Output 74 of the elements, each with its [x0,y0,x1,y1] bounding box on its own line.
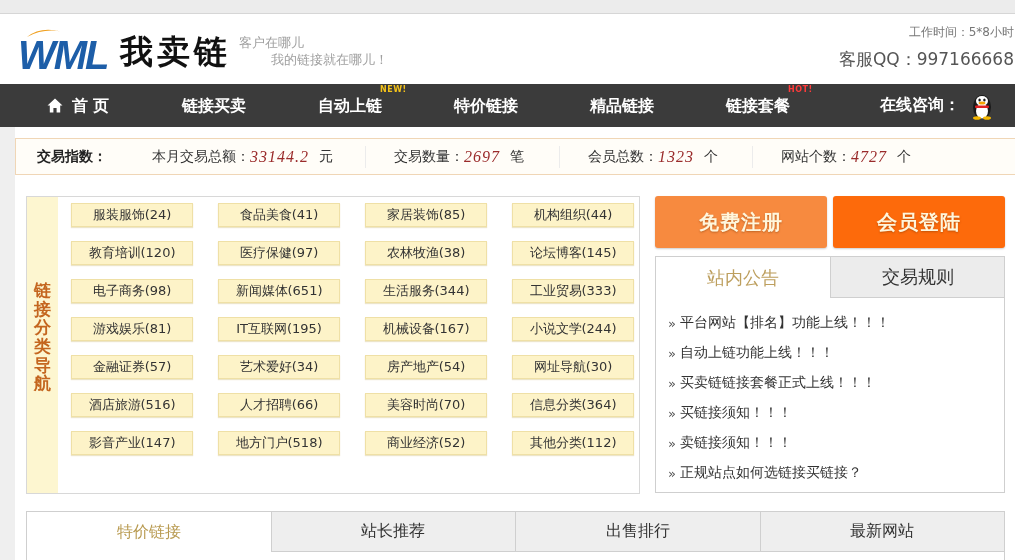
stats-title: 交易指数： [37,147,107,164]
category-link[interactable]: 工业贸易(333) [512,279,634,303]
stat-unit: 笔 [510,147,524,166]
category-link[interactable]: 游戏娱乐(81) [71,317,193,341]
stat-label: 会员总数： [588,147,658,166]
stat-unit: 个 [704,147,718,166]
bullet-marker: » [668,435,677,451]
category-link[interactable]: 食品美食(41) [218,203,340,227]
notice-link[interactable]: 平台网站【排名】功能上线！！！ [680,314,890,332]
category-link[interactable]: 生活服务(344) [365,279,487,303]
stat-value: 33144.2 [250,147,309,166]
notice-link[interactable]: 买链接须知！！！ [680,404,792,422]
stat-unit: 元 [319,147,333,166]
category-link[interactable]: 机构组织(44) [512,203,634,227]
bullet-marker: » [668,405,677,421]
category-link[interactable]: IT互联网(195) [218,317,340,341]
nav-link[interactable]: 链接买卖 [180,95,248,116]
category-link[interactable]: 商业经济(52) [365,431,487,455]
slogan-text: 客户在哪儿 [238,34,305,51]
category-link[interactable]: 教育培训(120) [71,241,193,265]
promo-tag: HOT! [788,84,813,94]
category-link[interactable]: 农林牧渔(38) [365,241,487,265]
stat-unit: 个 [897,147,911,166]
site-name: 我卖链 [119,32,231,72]
contact-label: 在线咨询： [880,95,960,116]
nav-link[interactable]: 首 页 [44,95,112,116]
category-link[interactable]: 酒店旅游(516) [71,393,193,417]
notice-tab[interactable]: 交易规则 [830,257,1004,298]
stat-label: 本月交易总额： [152,147,250,166]
category-link[interactable]: 网址导航(30) [512,355,634,379]
section-tab[interactable]: 出售排行 [515,512,760,552]
section-tab[interactable]: 最新网站 [759,512,1004,552]
category-link[interactable]: 新闻媒体(651) [218,279,340,303]
stat-value: 4727 [851,147,887,166]
bullet-marker: » [668,345,677,361]
category-link[interactable]: 房产地产(54) [365,355,487,379]
home-icon [46,98,63,113]
category-link[interactable]: 美容时尚(70) [365,393,487,417]
category-link[interactable]: 机械设备(167) [365,317,487,341]
category-link[interactable]: 信息分类(364) [512,393,634,417]
service-qq-text: 客服QQ：997166668 [838,48,1014,70]
stat-label: 网站个数： [781,147,851,166]
nav-link[interactable]: 精品链接 [588,95,656,116]
bullet-marker: » [668,465,677,481]
bullet-marker: » [668,375,677,391]
category-link[interactable]: 艺术爱好(34) [218,355,340,379]
nav-link[interactable]: 自动上链 [316,95,384,116]
section-tab[interactable]: 站长推荐 [270,512,515,552]
nav-link[interactable]: 链接套餐 [724,95,792,116]
category-link[interactable]: 论坛博客(145) [512,241,634,265]
stat-value: 1323 [658,147,694,166]
category-link[interactable]: 服装服饰(24) [71,203,193,227]
category-link[interactable]: 金融证券(57) [71,355,193,379]
category-link[interactable]: 家居装饰(85) [365,203,487,227]
category-link[interactable]: 影音产业(147) [71,431,193,455]
category-link[interactable]: 小说文学(244) [512,317,634,341]
notice-link[interactable]: 卖链接须知！！！ [680,434,792,452]
category-link[interactable]: 医疗保健(97) [218,241,340,265]
category-link[interactable]: 电子商务(98) [71,279,193,303]
notice-link[interactable]: 自动上链功能上线！！！ [680,344,834,362]
category-title: 链接分类导航 [34,280,51,394]
slogan-text: 我的链接就在哪儿！ [270,51,388,68]
promo-tag: NEW! [380,84,407,94]
category-link[interactable]: 地方门户(518) [218,431,340,455]
notice-link[interactable]: 买卖链链接套餐正式上线！！！ [680,374,876,392]
category-link[interactable]: 其他分类(112) [512,431,634,455]
notice-link[interactable]: 正规站点如何选链接买链接？ [680,464,862,482]
nav-link[interactable]: 特价链接 [452,95,520,116]
stat-value: 2697 [464,147,500,166]
category-link[interactable]: 人才招聘(66) [218,393,340,417]
stat-label: 交易数量： [394,147,464,166]
logo-text[interactable]: WML [18,37,108,72]
bullet-marker: » [668,315,677,331]
work-hours-text: 工作时间：5*8小时 [908,25,1014,40]
